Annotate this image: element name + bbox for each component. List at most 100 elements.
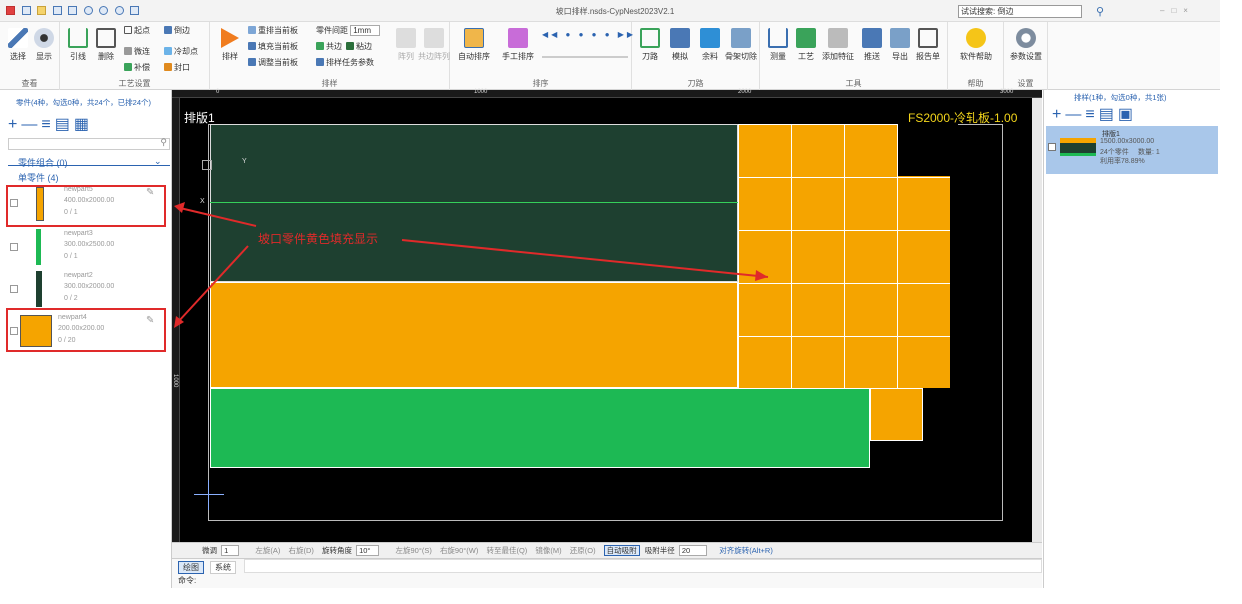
rotate-right-90-button[interactable]: 右旋90°(W) xyxy=(440,546,478,555)
restore-button[interactable]: 还原(O) xyxy=(570,546,596,555)
save-icon[interactable]: ▣ xyxy=(1118,106,1137,123)
search-input[interactable]: 试试搜索: 倒边 xyxy=(958,5,1082,18)
compensation-button[interactable]: 补偿 xyxy=(124,62,150,73)
part-spacing-field[interactable]: 零件间距 1mm xyxy=(316,25,381,36)
group-label-process: 工艺设置 xyxy=(118,79,151,88)
tab-drawing[interactable]: 绘图 xyxy=(178,561,204,574)
parts-summary: 零件(4种，勾选0种，共24个，已排24个) xyxy=(16,98,152,107)
simulate-icon xyxy=(670,28,690,48)
adjust-current-button[interactable]: 调整当前板 xyxy=(248,57,298,68)
ribbon-group-nest: 排样 重排当前板 填充当前板 调整当前板 零件间距 1mm 共边 粘边 排样任务… xyxy=(210,22,450,90)
import-icon[interactable]: ▤ xyxy=(1099,106,1118,123)
common-edge-button[interactable]: 共边 xyxy=(316,41,342,52)
manual-sort-button[interactable]: 手工排序 xyxy=(498,28,538,62)
rotate-angle-label: 旋转角度 xyxy=(321,546,352,555)
remnant-button[interactable]: 余料 xyxy=(694,28,726,62)
window-controls[interactable]: –□× xyxy=(1160,6,1195,15)
nesting-canvas[interactable]: 0 1000 2000 3000 1000 排版1 FS2000-冷轧板-1.0… xyxy=(172,89,1042,542)
simulate-button[interactable]: 模拟 xyxy=(664,28,696,62)
help-label: 软件帮助 xyxy=(960,52,992,61)
window-icon[interactable] xyxy=(130,6,140,15)
micro-joint-button[interactable]: 微连 xyxy=(124,46,150,57)
lead-icon xyxy=(68,28,88,48)
rotate-left-90-button[interactable]: 左旋90°(S) xyxy=(396,546,432,555)
ribbon-group-view: 选择 显示 查看 xyxy=(0,22,60,90)
chamfer-icon xyxy=(164,26,172,34)
param-settings-button[interactable]: 参数设置 xyxy=(1006,28,1046,62)
group-label-path: 刀路 xyxy=(687,79,704,88)
list-icon[interactable]: ≡ xyxy=(41,116,54,133)
undo-icon[interactable] xyxy=(83,6,93,15)
align-rotate-button[interactable]: 对齐旋转(Alt+R) xyxy=(719,546,773,555)
redo-icon[interactable] xyxy=(99,6,109,15)
fill-icon xyxy=(248,42,256,50)
task-params-button[interactable]: 排样任务参数 xyxy=(316,57,374,68)
settings-icon[interactable] xyxy=(114,6,124,15)
canvas-scrollbar[interactable] xyxy=(1032,98,1042,542)
command-input[interactable] xyxy=(244,559,1042,573)
sheet-utilization: 利用率78.89% xyxy=(1100,158,1145,165)
glue-edge-button[interactable]: 粘边 xyxy=(346,41,372,52)
table-icon[interactable]: ▦ xyxy=(74,116,93,133)
save-icon[interactable] xyxy=(52,6,62,15)
renest-current-button[interactable]: 重排当前板 xyxy=(248,25,298,36)
skeleton-cut-button[interactable]: 骨架切除 xyxy=(724,28,758,62)
add-icon[interactable]: + xyxy=(1052,106,1065,123)
part-size: 300.00x2500.00 xyxy=(64,241,115,248)
micro-joint-label: 微连 xyxy=(134,47,150,56)
cooling-point-icon xyxy=(164,47,172,55)
tab-system[interactable]: 系统 xyxy=(210,561,236,574)
export-icon xyxy=(890,28,910,48)
nest-button[interactable]: 排样 xyxy=(214,28,246,62)
display-button[interactable]: 显示 xyxy=(28,28,60,62)
delete-button[interactable]: 删除 xyxy=(90,28,122,62)
new-icon[interactable] xyxy=(21,6,31,15)
part-item[interactable]: newpart3 300.00x2500.00 0 / 1 xyxy=(8,227,168,267)
list-icon[interactable]: ≡ xyxy=(1085,106,1098,123)
auto-sort-button[interactable]: 自动排序 xyxy=(454,28,494,62)
seal-button[interactable]: 封口 xyxy=(164,62,190,73)
best-rotation-button[interactable]: 转至最佳(Q) xyxy=(486,546,527,555)
task-params-icon xyxy=(316,58,324,66)
search-icon[interactable]: ⚲ xyxy=(1096,5,1104,18)
cursor-icon xyxy=(8,28,28,48)
export-icon[interactable] xyxy=(68,6,78,15)
chamfer-button[interactable]: 倒边 xyxy=(164,25,190,36)
eye-icon xyxy=(34,28,54,48)
common-array-button[interactable]: 共边阵列 xyxy=(418,28,450,62)
remove-icon[interactable]: — xyxy=(21,116,41,133)
snap-radius-value[interactable]: 20 xyxy=(678,545,708,556)
part-name: newpart2 xyxy=(64,272,93,279)
start-point-button[interactable]: 起点 xyxy=(124,25,150,36)
remove-icon[interactable]: — xyxy=(1065,106,1085,123)
fine-tune-value[interactable]: 1 xyxy=(221,545,240,556)
part-thumbnail xyxy=(36,229,41,265)
auto-snap-toggle[interactable]: 自动吸附 xyxy=(603,545,640,556)
part-item[interactable]: newpart2 300.00x2000.00 0 / 2 xyxy=(8,269,168,309)
part-checkbox[interactable] xyxy=(10,285,18,293)
parts-panel: 零件(4种，勾选0种，共24个，已排24个) +—≡▤▦ ⚲ 零件组合 (0) … xyxy=(4,90,172,588)
part-size: 300.00x2000.00 xyxy=(64,283,115,290)
rotate-angle-value[interactable]: 10° xyxy=(356,545,380,556)
sort-slider[interactable] xyxy=(542,56,628,58)
sheet-checkbox[interactable] xyxy=(1048,143,1056,151)
mirror-button[interactable]: 镜像(M) xyxy=(535,546,561,555)
parts-search-input[interactable]: ⚲ xyxy=(8,137,170,150)
cooling-point-button[interactable]: 冷却点 xyxy=(164,46,198,57)
sheet-item[interactable]: 排版1 1500.00x3000.00 24个零件 数量: 1 利用率78.89… xyxy=(1046,126,1218,174)
combo-group[interactable]: 零件组合 (0) xyxy=(18,156,68,169)
rotate-right-button[interactable]: 右旋(D) xyxy=(288,546,313,555)
fill-current-button[interactable]: 填充当前板 xyxy=(248,41,298,52)
help-button[interactable]: 软件帮助 xyxy=(954,28,998,62)
open-icon[interactable] xyxy=(37,6,47,15)
rotate-left-button[interactable]: 左旋(A) xyxy=(255,546,280,555)
part-checkbox[interactable] xyxy=(10,243,18,251)
import-icon[interactable]: ▤ xyxy=(55,116,74,133)
sort-step-controls[interactable]: ◀◀ ● ● ● ● ▶▶ xyxy=(542,30,636,39)
report-button[interactable]: 报告单 xyxy=(912,28,944,62)
arrow-line xyxy=(179,207,257,227)
tool-path-button[interactable]: 刀路 xyxy=(634,28,666,62)
sheets-toolbar: +—≡▤▣ xyxy=(1052,104,1137,124)
add-icon[interactable]: + xyxy=(8,116,21,133)
add-feature-button[interactable]: 添加特征 xyxy=(818,28,858,62)
